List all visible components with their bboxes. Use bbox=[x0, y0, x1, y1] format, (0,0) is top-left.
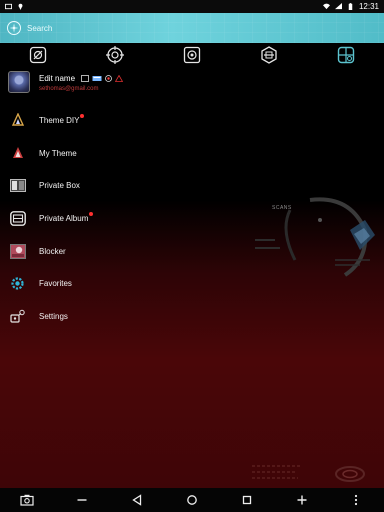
minus-icon bbox=[77, 499, 87, 501]
menu-label: My Theme bbox=[39, 148, 77, 158]
search-bar[interactable] bbox=[0, 13, 384, 43]
camera-button[interactable] bbox=[18, 491, 36, 509]
favorites-icon bbox=[9, 275, 26, 292]
theme-tab-icon bbox=[30, 46, 47, 64]
tab-hexagon[interactable] bbox=[258, 44, 280, 66]
back-icon bbox=[132, 494, 142, 506]
battery-icon bbox=[348, 3, 353, 10]
navigation-bar bbox=[0, 488, 384, 512]
private-album-icon bbox=[9, 210, 26, 227]
home-icon bbox=[187, 495, 197, 505]
warning-mini-icon bbox=[115, 74, 124, 82]
menu-item-favorites[interactable]: Favorites bbox=[0, 267, 240, 300]
menu-item-private-box[interactable]: Private Box bbox=[0, 169, 240, 202]
blocker-icon bbox=[9, 243, 26, 260]
menu-label: Private Album bbox=[39, 211, 94, 223]
menu-item-my-theme[interactable]: My Theme bbox=[0, 137, 240, 170]
plus-icon bbox=[297, 495, 307, 505]
volume-up-button[interactable] bbox=[293, 491, 311, 509]
tab-scan[interactable] bbox=[181, 44, 203, 66]
menu-list: Theme DIY My Theme Private Box Private A… bbox=[0, 104, 240, 333]
menu-label: Settings bbox=[39, 311, 68, 321]
status-time: 12:31 bbox=[358, 2, 379, 11]
hud-scans-label: SCANS bbox=[272, 205, 292, 211]
location-pin-icon bbox=[18, 3, 23, 10]
profile-name[interactable]: Edit name bbox=[39, 74, 75, 83]
settings-icon bbox=[9, 308, 26, 325]
search-input[interactable] bbox=[27, 23, 327, 33]
target-tab-icon bbox=[106, 46, 125, 64]
grid-tab-icon bbox=[337, 46, 354, 64]
more-icon bbox=[355, 494, 358, 506]
menu-label: Private Box bbox=[39, 181, 80, 191]
profile-email: sethomas@gmail.com bbox=[39, 86, 99, 92]
new-badge bbox=[80, 113, 85, 118]
status-bar: 12:31 bbox=[0, 0, 384, 13]
menu-item-theme-diy[interactable]: Theme DIY bbox=[0, 104, 240, 137]
tab-target[interactable] bbox=[104, 44, 126, 66]
target-mini-icon bbox=[105, 74, 112, 82]
tab-theme[interactable] bbox=[27, 44, 49, 66]
theme-diy-icon bbox=[9, 112, 26, 129]
menu-label: Theme DIY bbox=[39, 113, 85, 125]
volume-down-button[interactable] bbox=[73, 491, 91, 509]
menu-item-settings[interactable]: Settings bbox=[0, 300, 240, 333]
menu-item-blocker[interactable]: Blocker bbox=[0, 235, 240, 268]
menu-item-private-album[interactable]: Private Album bbox=[0, 202, 240, 235]
avatar[interactable] bbox=[8, 71, 30, 93]
more-options-button[interactable] bbox=[347, 491, 365, 509]
profile-section[interactable]: Edit name sethomas@gmail.com bbox=[8, 71, 308, 103]
wifi-icon bbox=[322, 3, 330, 10]
bottom-hud-decoration bbox=[252, 465, 365, 482]
menu-label: Favorites bbox=[39, 279, 72, 289]
hud-decoration bbox=[255, 197, 375, 277]
tab-bar bbox=[0, 43, 384, 67]
my-theme-icon bbox=[9, 145, 26, 162]
signal-icon bbox=[334, 3, 342, 10]
tab-grid-active[interactable] bbox=[335, 44, 357, 66]
search-icon[interactable] bbox=[7, 21, 21, 35]
screenshot-icon bbox=[5, 3, 12, 10]
menu-label: Blocker bbox=[39, 246, 66, 256]
camera-icon bbox=[20, 494, 35, 506]
phone-mini-icon bbox=[81, 74, 89, 82]
profile-mini-icons bbox=[81, 74, 124, 82]
recents-button[interactable] bbox=[238, 491, 256, 509]
drive-mini-icon bbox=[92, 75, 102, 81]
hexagon-tab-icon bbox=[261, 46, 277, 64]
private-box-icon bbox=[9, 177, 26, 194]
scan-tab-icon bbox=[183, 46, 201, 64]
new-badge bbox=[89, 211, 94, 216]
recents-icon bbox=[242, 495, 251, 505]
back-button[interactable] bbox=[128, 491, 146, 509]
home-button[interactable] bbox=[183, 491, 201, 509]
